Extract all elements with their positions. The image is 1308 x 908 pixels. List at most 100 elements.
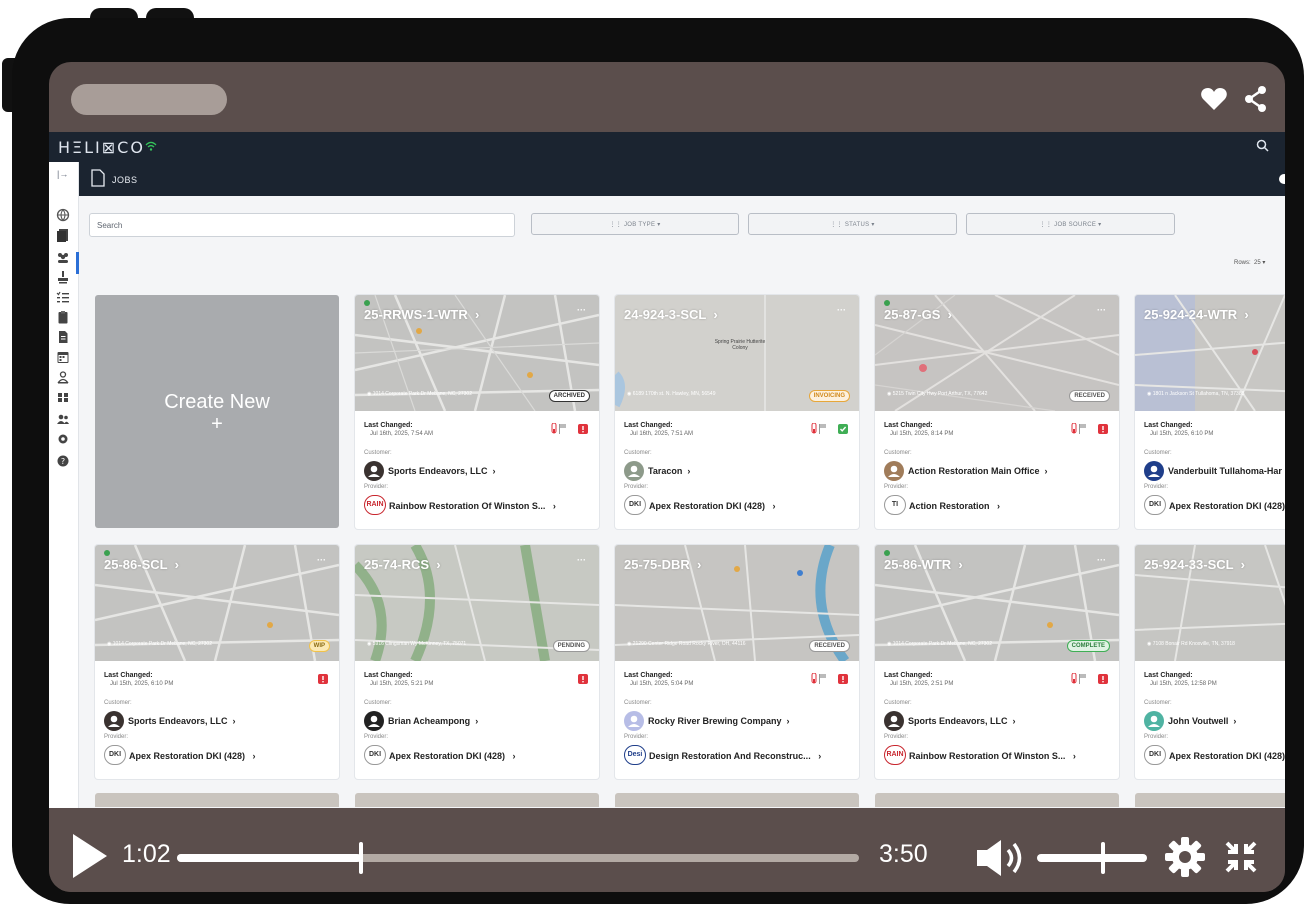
- volume-slider[interactable]: [1037, 854, 1147, 862]
- customer-link[interactable]: Sports Endeavors, LLC ›: [128, 716, 236, 726]
- more-options-icon[interactable]: ···: [577, 305, 586, 315]
- customer-label: Customer:: [104, 700, 132, 706]
- share-icon[interactable]: [1241, 84, 1271, 114]
- provider-link[interactable]: Apex Restoration DKI (428) ›: [389, 751, 516, 761]
- user-avatar[interactable]: [1279, 174, 1285, 184]
- job-card[interactable]: Spring Prairie Hutterite Colony 24-924-3…: [615, 295, 859, 529]
- customer-link[interactable]: Vanderbuilt Tullahoma-Har: [1168, 466, 1282, 476]
- customer-link[interactable]: Rocky River Brewing Company ›: [648, 716, 790, 726]
- provider-link[interactable]: Rainbow Restoration Of Winston S... ›: [909, 751, 1076, 761]
- more-options-icon[interactable]: ···: [1097, 555, 1106, 565]
- job-id[interactable]: 25-74-RCS ›: [364, 557, 441, 572]
- provider-name: Apex Restoration DKI (428): [649, 501, 766, 511]
- job-card[interactable]: 25-86-WTR › ··· ◉ 1014 Corporate Park Dr…: [875, 545, 1119, 779]
- provider-link[interactable]: Action Restoration ›: [909, 501, 1000, 511]
- job-source-filter[interactable]: ⋮⋮ JOB SOURCE ▾: [966, 213, 1175, 235]
- play-icon[interactable]: [73, 834, 107, 878]
- provider-label: Provider:: [1144, 734, 1169, 740]
- more-options-icon[interactable]: ···: [1097, 305, 1106, 315]
- app-logo[interactable]: HΞLI⊠CO: [58, 138, 145, 157]
- provider-name: Apex Restoration DKI (428): [1169, 751, 1285, 761]
- job-id[interactable]: 25-75-DBR ›: [624, 557, 701, 572]
- job-id[interactable]: 25-86-WTR ›: [884, 557, 963, 572]
- create-new-job-card[interactable]: Create New +: [95, 295, 339, 528]
- provider-link[interactable]: Apex Restoration DKI (428) ›: [649, 501, 776, 511]
- alert-icon: [318, 674, 328, 684]
- checklist-icon[interactable]: [56, 290, 70, 304]
- provider-name: Apex Restoration DKI (428): [1169, 501, 1285, 511]
- customer-link[interactable]: Brian Acheampong ›: [388, 716, 478, 726]
- job-card-partial[interactable]: [95, 793, 339, 807]
- fullscreen-exit-icon[interactable]: [1224, 840, 1258, 874]
- help-icon[interactable]: ?: [56, 454, 70, 468]
- equipment-icon[interactable]: [56, 270, 70, 284]
- job-id[interactable]: 25-87-GS ›: [884, 307, 952, 322]
- customers-icon[interactable]: [56, 250, 70, 264]
- provider-logo: DKI: [104, 745, 126, 765]
- job-id[interactable]: 25-RRWS-1-WTR ›: [364, 307, 479, 322]
- job-card[interactable]: 25-86-SCL › ··· ◉ 1014 Corporate Park Dr…: [95, 545, 339, 779]
- volume-icon[interactable]: [975, 838, 1029, 878]
- search-icon[interactable]: [1255, 138, 1271, 154]
- customer-link[interactable]: Sports Endeavors, LLC ›: [908, 716, 1016, 726]
- jobs-icon[interactable]: [56, 228, 70, 242]
- volume-handle[interactable]: [1101, 842, 1105, 874]
- customer-link[interactable]: Taracon ›: [648, 466, 690, 476]
- customer-avatar: [624, 711, 644, 731]
- provider-link[interactable]: Rainbow Restoration Of Winston S... ›: [389, 501, 556, 511]
- customer-link[interactable]: Action Restoration Main Office ›: [908, 466, 1048, 476]
- job-card[interactable]: 25-87-GS › ··· ◉ 5215 Twin City Hwy Port…: [875, 295, 1119, 529]
- team-icon[interactable]: [56, 412, 70, 426]
- job-card-partial[interactable]: [1135, 793, 1285, 807]
- job-address: ◉ 1014 Corporate Park Dr Mebane, NC, 273…: [887, 641, 992, 647]
- last-changed-label: Last Changed:: [624, 672, 673, 679]
- provider-link[interactable]: Apex Restoration DKI (428): [1169, 751, 1285, 761]
- globe-icon[interactable]: [56, 208, 70, 222]
- job-card[interactable]: 25-RRWS-1-WTR › ··· ◉ 1014 Corporate Par…: [355, 295, 599, 529]
- job-id[interactable]: 25-86-SCL ›: [104, 557, 179, 572]
- job-card[interactable]: 25-74-RCS › ··· ◉ 5916 Clingsman Wy McKi…: [355, 545, 599, 779]
- provider-link[interactable]: Design Restoration And Reconstruc... ›: [649, 751, 821, 761]
- job-card[interactable]: 25-924-33-SCL › ◉ 7108 Bonair Rd Knoxvil…: [1135, 545, 1285, 779]
- provider-name: Rainbow Restoration Of Winston S...: [909, 751, 1066, 761]
- total-time: 3:50: [879, 840, 928, 868]
- collapse-sidebar-icon[interactable]: |→: [57, 169, 68, 179]
- wifi-icon: [145, 139, 157, 151]
- job-card-partial[interactable]: [615, 793, 859, 807]
- status-filter[interactable]: ⋮⋮ STATUS ▾: [748, 213, 957, 235]
- document-icon: [91, 169, 105, 187]
- last-changed-date: Jul 15th, 2025, 5:04 PM: [630, 681, 694, 687]
- customer-link[interactable]: John Voutwell ›: [1168, 716, 1236, 726]
- more-options-icon[interactable]: ···: [577, 555, 586, 565]
- top-navbar: HΞLI⊠CO: [49, 132, 1285, 162]
- job-card[interactable]: 25-75-DBR › ◉ 21290 Center Ridge Road Ro…: [615, 545, 859, 779]
- provider-name: Apex Restoration DKI (428): [389, 751, 506, 761]
- customer-link[interactable]: Sports Endeavors, LLC ›: [388, 466, 496, 476]
- video-title-pill[interactable]: [71, 84, 227, 115]
- more-options-icon[interactable]: ···: [837, 305, 846, 315]
- clipboard-icon[interactable]: [56, 310, 70, 324]
- job-address-text: 1801 n Jackson St Tullahoma, TN, 37388: [1152, 391, 1245, 397]
- job-id[interactable]: 25-924-33-SCL ›: [1144, 557, 1245, 572]
- job-card-partial[interactable]: [355, 793, 599, 807]
- provider-link[interactable]: Apex Restoration DKI (428) ›: [129, 751, 256, 761]
- file-icon[interactable]: [56, 330, 70, 344]
- provider-link[interactable]: Apex Restoration DKI (428): [1169, 501, 1285, 511]
- job-card[interactable]: 25-924-24-WTR › ◉ 1801 n Jackson St Tull…: [1135, 295, 1285, 529]
- more-options-icon[interactable]: ···: [317, 555, 326, 565]
- warehouse-icon[interactable]: [56, 390, 70, 404]
- job-card-partial[interactable]: [875, 793, 1119, 807]
- job-id[interactable]: 24-924-3-SCL ›: [624, 307, 718, 322]
- heart-icon[interactable]: [1199, 84, 1229, 114]
- contact-icon[interactable]: [56, 370, 70, 384]
- device-frame: HΞLI⊠CO |→ ? JOBS Search ⋮⋮ JOB TYPE ▾ ⋮…: [12, 18, 1304, 904]
- gear-icon[interactable]: [1164, 836, 1206, 878]
- progress-handle[interactable]: [359, 842, 363, 874]
- job-id[interactable]: 25-924-24-WTR ›: [1144, 307, 1249, 322]
- search-input[interactable]: Search: [89, 213, 515, 237]
- settings-icon[interactable]: [56, 432, 70, 446]
- page-header: JOBS: [79, 162, 1285, 196]
- calendar-icon[interactable]: [56, 350, 70, 364]
- moisture-flag-icon: [811, 673, 826, 684]
- job-type-filter[interactable]: ⋮⋮ JOB TYPE ▾: [531, 213, 739, 235]
